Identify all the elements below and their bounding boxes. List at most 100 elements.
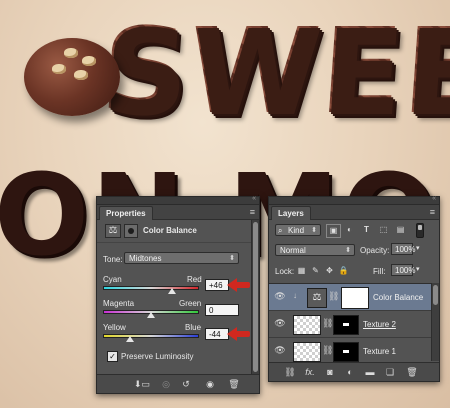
filter-smart-object-icon[interactable]: ▤	[394, 224, 407, 236]
clip-indicator-icon: ↓	[293, 291, 297, 300]
eye-icon[interactable]: 👁	[274, 319, 286, 328]
filter-search-icon: ⌕	[278, 226, 283, 235]
layers-footer: ⛓ fx. ◙ ◐ ▬ ❏ 🗑	[269, 362, 439, 381]
delete-icon[interactable]: 🗑	[225, 378, 243, 390]
filter-kind-value: Kind	[288, 226, 305, 235]
link-icon[interactable]: ⛓	[328, 291, 339, 302]
layer-mask-icon[interactable]	[124, 224, 138, 238]
magenta-green-slider-thumb[interactable]	[147, 312, 155, 318]
adjustment-title: Color Balance	[143, 226, 197, 235]
filter-adjustment-icon[interactable]: ◐	[343, 224, 356, 236]
layers-scroll-thumb[interactable]	[433, 285, 438, 305]
yellow-blue-slider-thumb[interactable]	[126, 336, 134, 342]
preserve-luminosity-label: Preserve Luminosity	[121, 352, 194, 361]
slider-cyan-label: Cyan	[103, 275, 122, 284]
slider-red-label: Red	[187, 275, 202, 284]
filter-toggle-switch[interactable]	[416, 223, 424, 238]
cyan-red-slider-thumb[interactable]	[168, 288, 176, 294]
layer-row-texture-2[interactable]: 👁 ⛓ Texture 2	[269, 311, 431, 338]
properties-panel: « Properties ≡ ⚖ Color Balance Tone: Mid…	[96, 195, 260, 394]
blend-mode-dropdown[interactable]: Normal ⬍	[275, 244, 355, 256]
slider-yellow-label: Yellow	[103, 323, 126, 332]
new-layer-icon[interactable]: ❏	[381, 366, 399, 378]
lock-all-icon[interactable]: 🔒	[337, 265, 350, 277]
panel-topbar[interactable]: «	[269, 195, 439, 205]
tone-label: Tone:	[103, 255, 123, 264]
new-adjustment-icon[interactable]: ◐	[341, 366, 359, 378]
properties-scrollbar[interactable]	[251, 220, 259, 374]
slider-blue-label: Blue	[185, 323, 202, 332]
opacity-arrow-icon[interactable]: ▾	[416, 244, 420, 252]
balance-scale-icon: ⚖	[105, 224, 121, 238]
layers-panel: « Layers ≡ ⌕ Kind ⬍ ▣ ◐ T ⬚ ▤ Normal ⬍ O…	[268, 195, 440, 382]
annotation-arrow-2	[227, 327, 250, 341]
updown-arrows-icon: ⬍	[311, 227, 317, 234]
layer-name[interactable]: Texture 2	[363, 320, 396, 329]
properties-footer: ⬇▭ ◎ ↺ ◉ 🗑	[97, 374, 259, 393]
link-icon[interactable]: ⛓	[322, 318, 333, 329]
view-previous-state-icon[interactable]: ◎	[157, 378, 175, 390]
toggle-visibility-icon[interactable]: ◉	[201, 378, 219, 390]
cyan-red-value-field[interactable]: +46	[205, 279, 229, 291]
magenta-green-value-field[interactable]: 0	[205, 304, 239, 316]
opacity-label: Opacity:	[360, 246, 390, 255]
filter-pixel-icon[interactable]: ▣	[326, 224, 341, 238]
layer-thumbnail[interactable]	[293, 315, 321, 335]
yellow-blue-value-field[interactable]: -44	[205, 328, 229, 340]
properties-tabbar: Properties ≡	[97, 205, 259, 220]
mask-thumbnail[interactable]	[341, 287, 369, 309]
blend-mode-value: Normal	[280, 246, 306, 255]
filter-type-icon[interactable]: T	[360, 224, 373, 236]
lock-image-icon[interactable]: ✎	[309, 265, 322, 277]
properties-scroll-thumb[interactable]	[253, 222, 258, 372]
tone-dropdown-value: Midtones	[129, 254, 162, 263]
updown-arrows-icon: ⬍	[345, 247, 351, 254]
slider-magenta-label: Magenta	[103, 299, 135, 308]
layer-list: 👁 ↓ ⚖ ⛓ Color Balance 👁 ⛓ Texture 2 👁 ⛓	[269, 283, 439, 365]
candy-illustration	[24, 38, 120, 116]
layer-thumbnail[interactable]	[293, 342, 321, 362]
link-icon[interactable]: ⛓	[322, 345, 333, 356]
lock-position-icon[interactable]: ✥	[323, 265, 336, 277]
yellow-blue-slider-track[interactable]	[103, 334, 199, 338]
panel-menu-icon[interactable]: ≡	[430, 206, 435, 218]
add-mask-icon[interactable]: ◙	[321, 366, 339, 378]
slider-green-label: Green	[179, 299, 202, 308]
opacity-field[interactable]: 100%	[391, 243, 415, 255]
layer-row-color-balance[interactable]: 👁 ↓ ⚖ ⛓ Color Balance	[269, 284, 431, 311]
updown-arrows-icon: ⬍	[229, 255, 235, 262]
adjustment-header: ⚖ Color Balance	[97, 220, 251, 243]
cyan-red-slider-track[interactable]	[103, 286, 199, 290]
layer-style-fx-icon[interactable]: fx.	[301, 366, 319, 378]
lock-transparency-icon[interactable]: ▦	[295, 265, 308, 277]
delete-layer-icon[interactable]: 🗑	[403, 366, 421, 378]
new-group-icon[interactable]: ▬	[361, 366, 379, 378]
layers-scrollbar[interactable]	[431, 283, 439, 361]
clip-to-layer-icon[interactable]: ⬇▭	[133, 378, 151, 390]
adjustment-thumbnail[interactable]: ⚖	[307, 288, 327, 308]
preserve-luminosity-checkbox[interactable]: ✓	[107, 351, 118, 362]
eye-icon[interactable]: 👁	[274, 346, 286, 355]
annotation-arrow-1	[227, 278, 250, 292]
fill-label: Fill:	[373, 267, 386, 276]
filter-kind-dropdown[interactable]: ⌕ Kind ⬍	[275, 224, 321, 236]
layer-row-texture-1[interactable]: 👁 ⛓ Texture 1	[269, 338, 431, 365]
filter-shape-icon[interactable]: ⬚	[377, 224, 390, 236]
artwork-text-top: SWEE	[97, 2, 450, 140]
layer-name[interactable]: Texture 1	[363, 347, 396, 356]
mask-thumbnail[interactable]	[333, 315, 359, 335]
tab-properties[interactable]: Properties	[99, 206, 153, 220]
fill-field[interactable]: 100%	[391, 264, 415, 276]
layer-name[interactable]: Color Balance	[373, 293, 423, 302]
mask-thumbnail[interactable]	[333, 342, 359, 362]
link-layers-icon[interactable]: ⛓	[281, 366, 299, 378]
eye-icon[interactable]: 👁	[274, 292, 286, 301]
reset-adjustment-icon[interactable]: ↺	[177, 378, 195, 390]
lock-label: Lock:	[275, 267, 295, 276]
tab-layers[interactable]: Layers	[271, 206, 311, 220]
fill-arrow-icon[interactable]: ▾	[416, 265, 420, 273]
tone-dropdown[interactable]: Midtones ⬍	[124, 252, 239, 264]
layers-tabbar: Layers ≡	[269, 205, 439, 220]
panel-topbar[interactable]: «	[97, 195, 259, 205]
panel-menu-icon[interactable]: ≡	[250, 206, 255, 218]
